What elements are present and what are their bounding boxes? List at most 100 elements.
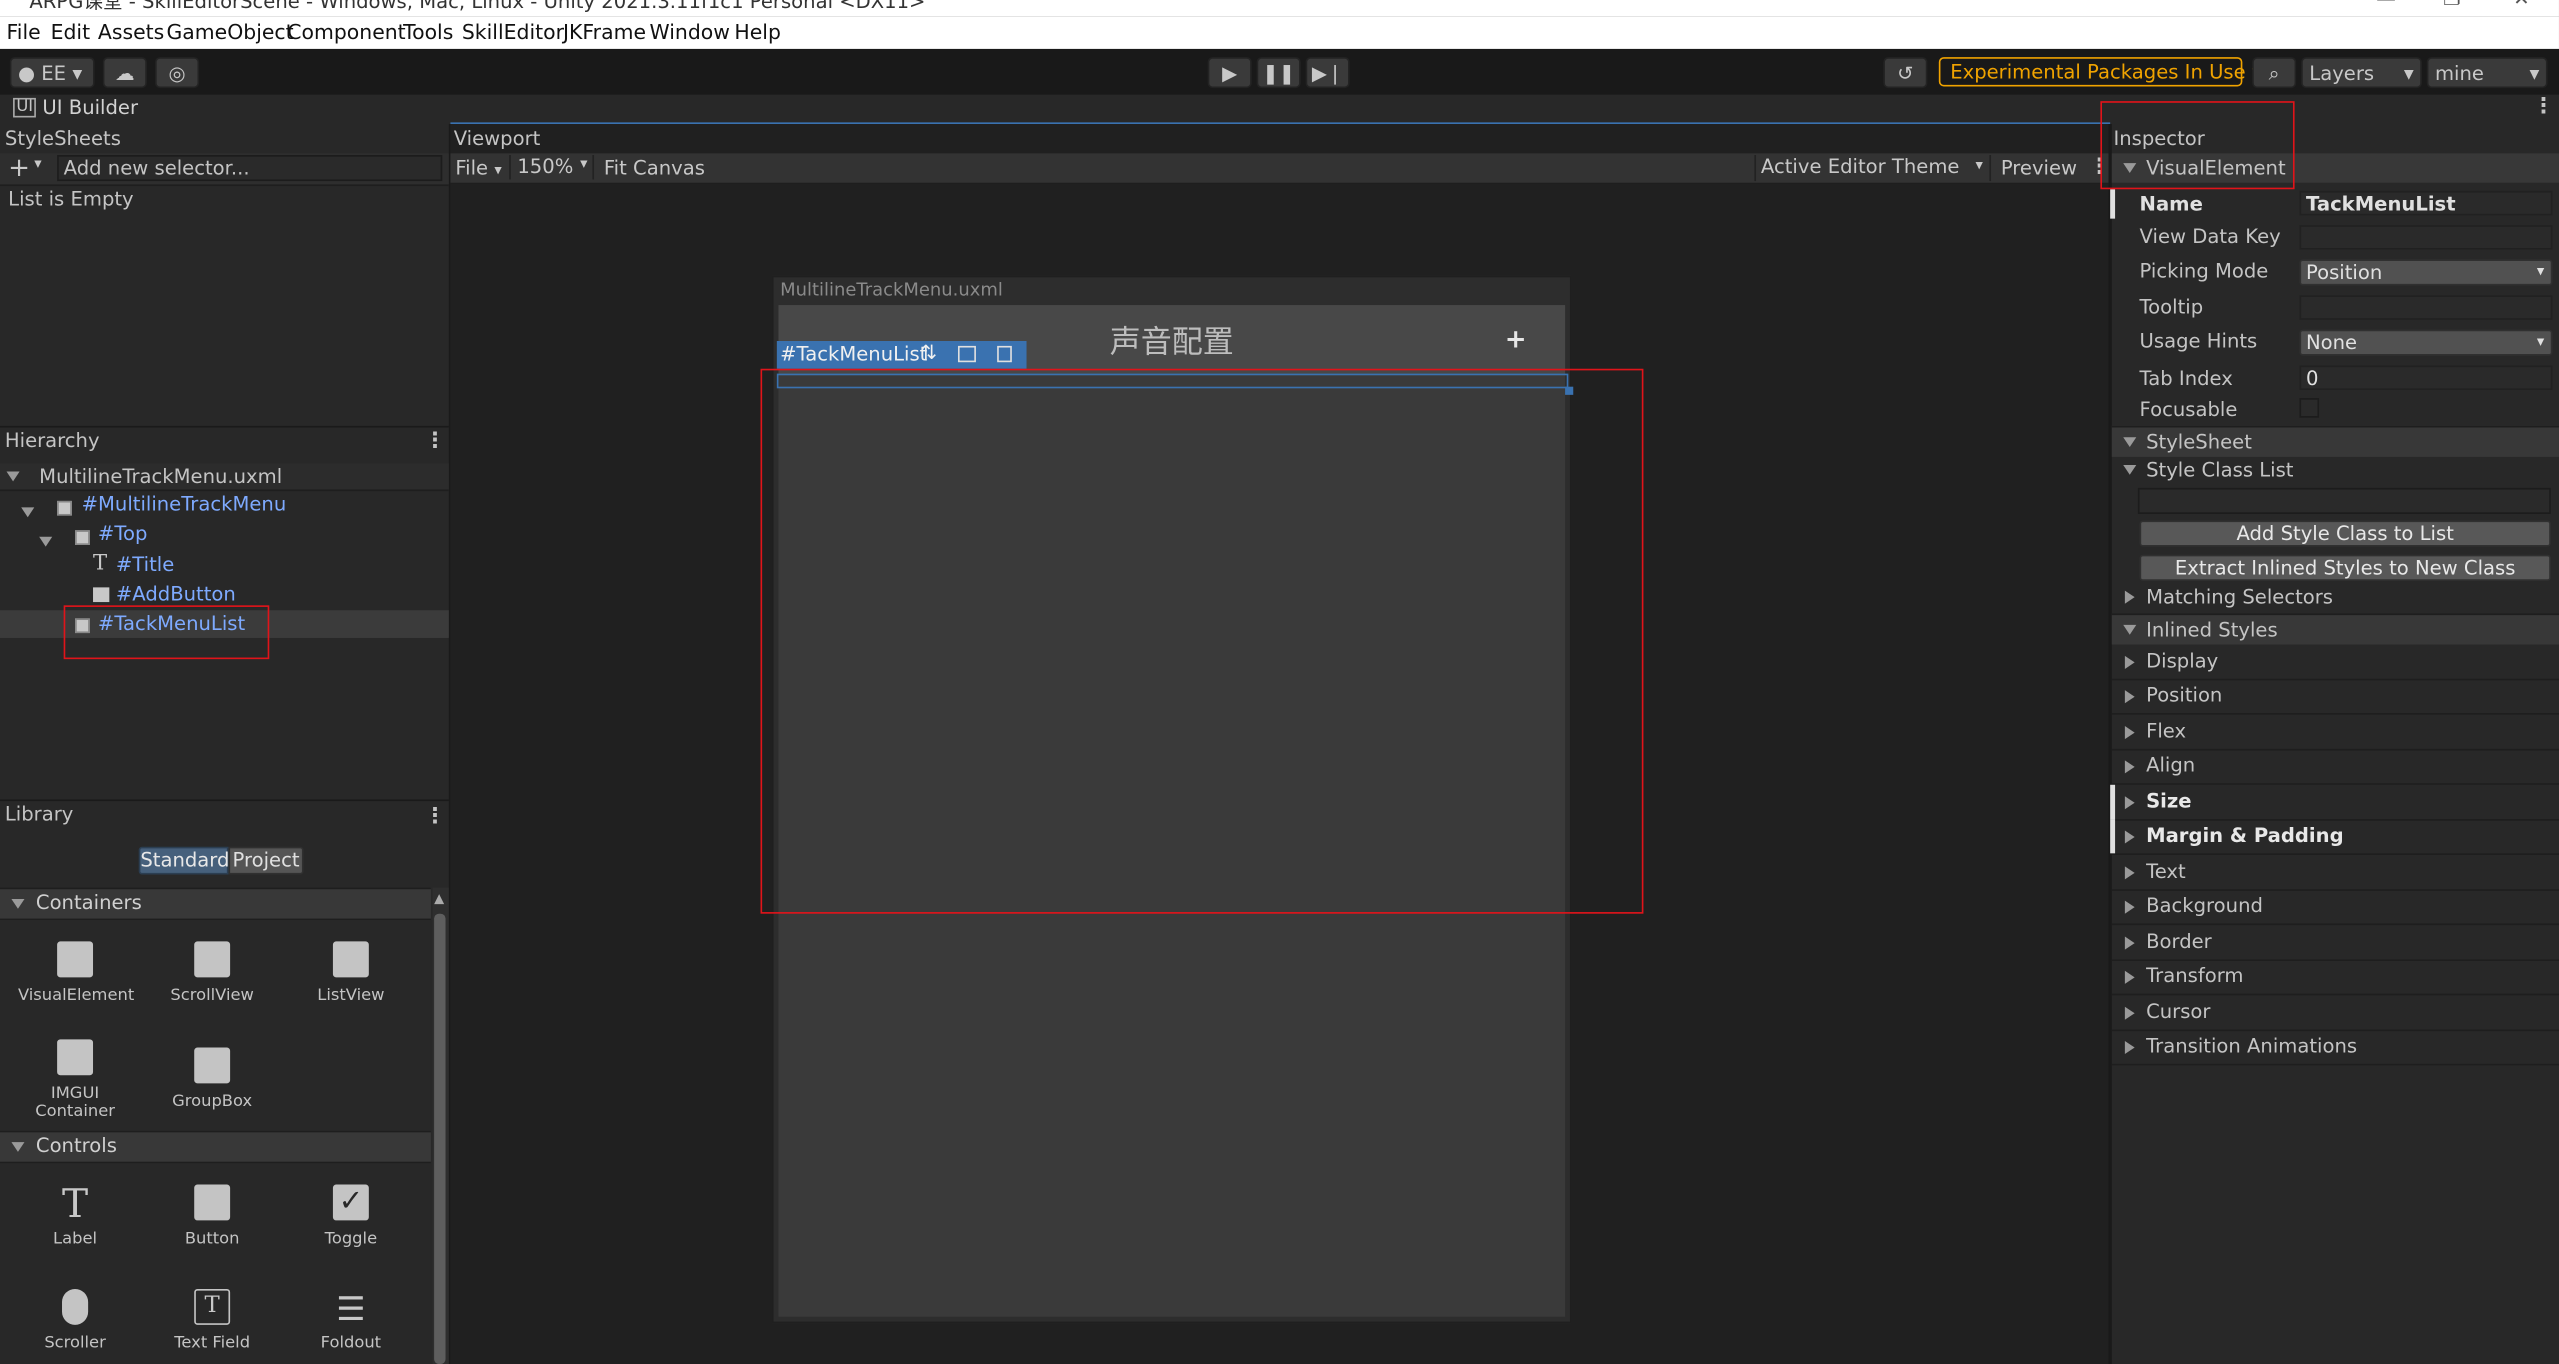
collapse-icon[interactable] bbox=[2124, 900, 2135, 914]
hierarchy-item-addbutton[interactable]: #AddButton bbox=[116, 582, 236, 605]
style-group-transform[interactable]: Transform bbox=[2111, 959, 2559, 996]
style-class-input[interactable] bbox=[2137, 487, 2551, 514]
usage-hints-dropdown[interactable]: None ▾ bbox=[2299, 329, 2553, 356]
fit-canvas-button[interactable]: Fit Canvas bbox=[604, 157, 705, 180]
library-scrollbar[interactable]: ▲ bbox=[432, 887, 449, 1364]
style-class-list-foldout[interactable]: Style Class List bbox=[2112, 455, 2559, 484]
view-data-key-field[interactable] bbox=[2299, 225, 2553, 250]
hierarchy-item-multilinetrackmenu[interactable]: #MultilineTrackMenu bbox=[82, 493, 287, 516]
focusable-checkbox[interactable] bbox=[2299, 398, 2320, 418]
expand-icon[interactable] bbox=[11, 899, 25, 909]
collapse-icon[interactable] bbox=[2124, 970, 2135, 984]
hierarchy-item-top[interactable]: #Top bbox=[98, 522, 147, 545]
add-selector-input[interactable]: Add new selector... bbox=[57, 155, 443, 182]
style-group-border[interactable]: Border bbox=[2111, 925, 2559, 962]
library-menu-icon[interactable]: ⋮ bbox=[424, 804, 445, 828]
add-style-class-button[interactable]: Add Style Class to List bbox=[2139, 520, 2551, 547]
hierarchy-item-title[interactable]: #Title bbox=[116, 553, 174, 576]
library-item-scroller[interactable]: Scroller bbox=[18, 1288, 132, 1353]
chevron-down-icon[interactable]: ▾ bbox=[34, 157, 41, 173]
library-item-visualelement[interactable]: VisualElement bbox=[18, 941, 134, 1005]
library-tab-project[interactable]: Project bbox=[228, 846, 304, 875]
layers-dropdown[interactable]: Layers ▾ bbox=[2301, 57, 2422, 89]
style-group-display[interactable]: Display bbox=[2111, 644, 2559, 681]
style-group-transition-animations[interactable]: Transition Animations bbox=[2111, 1030, 2559, 1066]
expand-icon[interactable] bbox=[2123, 624, 2137, 635]
collapse-icon[interactable] bbox=[2124, 830, 2135, 844]
hierarchy-root-row[interactable]: MultilineTrackMenu.uxml bbox=[0, 463, 449, 492]
inlined-styles-section[interactable]: Inlined Styles bbox=[2111, 613, 2559, 645]
style-group-cursor[interactable]: Cursor bbox=[2111, 995, 2559, 1032]
search-icon[interactable]: ⌕ bbox=[2252, 57, 2297, 89]
play-button[interactable]: ▶ bbox=[1207, 57, 1252, 89]
library-item-textfield[interactable]: T Text Field bbox=[155, 1288, 269, 1353]
expand-icon[interactable] bbox=[11, 1142, 25, 1152]
maximize-icon[interactable]: ❐ bbox=[2443, 0, 2461, 10]
library-item-imgui-container[interactable]: IMGUI Container bbox=[18, 1039, 132, 1121]
uibuilder-tab[interactable]: UI Builder bbox=[42, 96, 138, 119]
flex-direction-icon[interactable]: ⇅ bbox=[920, 341, 936, 364]
library-item-scrollview[interactable]: ScrollView bbox=[155, 941, 269, 1005]
style-group-flex[interactable]: Flex bbox=[2111, 715, 2559, 751]
menu-edit[interactable]: Edit bbox=[51, 20, 91, 44]
step-button[interactable]: ▶❘ bbox=[1305, 57, 1350, 89]
expand-icon[interactable] bbox=[39, 529, 53, 552]
collapse-icon[interactable] bbox=[2124, 655, 2135, 669]
experimental-packages-dropdown[interactable]: Experimental Packages In Use ▾ bbox=[1938, 57, 2262, 87]
library-item-groupbox[interactable]: GroupBox bbox=[155, 1047, 269, 1111]
add-button[interactable]: + bbox=[1505, 323, 1527, 354]
add-selector-icon[interactable]: + bbox=[8, 152, 30, 183]
menu-file[interactable]: File bbox=[7, 20, 41, 44]
layout-dropdown[interactable]: mine ▾ bbox=[2426, 57, 2548, 89]
viewport-file-menu[interactable]: File ▾ bbox=[455, 157, 501, 180]
collapse-icon[interactable] bbox=[2124, 936, 2135, 950]
collapse-icon[interactable] bbox=[2124, 796, 2135, 810]
library-item-foldout[interactable]: ☰ Foldout bbox=[294, 1289, 408, 1353]
expand-icon[interactable] bbox=[21, 499, 35, 522]
zoom-dropdown[interactable]: 150% ▾ bbox=[509, 155, 595, 180]
minimize-icon[interactable]: — bbox=[2376, 0, 2396, 10]
account-dropdown[interactable]: ● EE ▾ bbox=[9, 57, 95, 89]
history-icon[interactable]: ↺ bbox=[1883, 57, 1928, 89]
more-options-icon[interactable]: ⋮ bbox=[2533, 95, 2554, 119]
collapse-icon[interactable] bbox=[2124, 726, 2135, 740]
stylesheet-section[interactable]: StyleSheet bbox=[2111, 425, 2559, 457]
collapse-icon[interactable] bbox=[2124, 1006, 2135, 1020]
style-group-margin-padding[interactable]: Margin & Padding bbox=[2110, 819, 2559, 855]
style-group-background[interactable]: Background bbox=[2111, 889, 2559, 926]
scroll-up-icon[interactable]: ▲ bbox=[434, 891, 444, 906]
menu-help[interactable]: Help bbox=[734, 20, 781, 44]
name-field[interactable]: TackMenuList bbox=[2299, 190, 2553, 216]
collapse-icon[interactable] bbox=[2124, 690, 2135, 704]
containers-foldout[interactable]: Containers bbox=[0, 887, 431, 921]
theme-dropdown[interactable]: Active Editor Theme ▾ bbox=[1754, 155, 1992, 182]
justify-content-icon[interactable] bbox=[997, 345, 1012, 363]
style-group-size[interactable]: Size bbox=[2110, 784, 2559, 821]
pause-button[interactable]: ❚❚ bbox=[1256, 57, 1301, 89]
expand-icon[interactable] bbox=[2123, 465, 2137, 475]
preview-toggle[interactable]: Preview bbox=[2001, 157, 2077, 180]
menu-jkframe[interactable]: JKFrame bbox=[563, 20, 646, 44]
collapse-icon[interactable] bbox=[2124, 866, 2135, 880]
menu-tools[interactable]: Tools bbox=[403, 20, 453, 44]
style-group-align[interactable]: Align bbox=[2111, 749, 2559, 785]
style-group-position[interactable]: Position bbox=[2111, 679, 2559, 715]
scroll-thumb[interactable] bbox=[434, 913, 446, 1364]
tab-index-field[interactable]: 0 bbox=[2299, 365, 2553, 390]
library-tab-standard[interactable]: Standard bbox=[138, 846, 229, 875]
matching-selectors-foldout[interactable]: Matching Selectors bbox=[2112, 582, 2559, 611]
menu-window[interactable]: Window bbox=[650, 20, 730, 44]
align-items-icon[interactable] bbox=[957, 345, 976, 363]
library-item-label[interactable]: T Label bbox=[18, 1185, 132, 1249]
collapse-icon[interactable] bbox=[2124, 1040, 2135, 1055]
menu-component[interactable]: Component bbox=[287, 20, 405, 44]
menu-assets[interactable]: Assets bbox=[98, 20, 164, 44]
close-icon[interactable]: ✕ bbox=[2513, 0, 2529, 10]
extract-inlined-styles-button[interactable]: Extract Inlined Styles to New Class bbox=[2139, 554, 2551, 581]
library-item-listview[interactable]: ListView bbox=[294, 941, 408, 1005]
cloud-icon[interactable]: ☁ bbox=[102, 57, 147, 89]
tooltip-field[interactable] bbox=[2299, 295, 2553, 320]
collapse-icon[interactable] bbox=[2124, 590, 2135, 604]
controls-foldout[interactable]: Controls bbox=[0, 1130, 431, 1164]
style-group-text[interactable]: Text bbox=[2111, 855, 2559, 891]
